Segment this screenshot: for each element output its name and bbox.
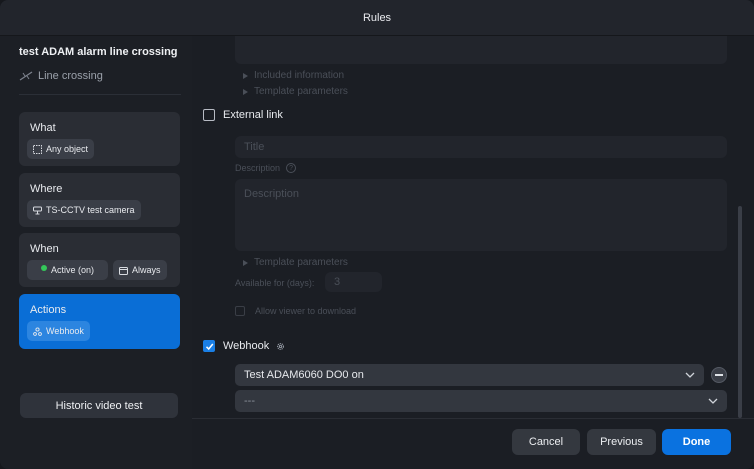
help-icon: ? [286,163,297,173]
sidebar-divider [19,94,181,95]
cancel-button[interactable]: Cancel [512,429,580,455]
webhook-icon [33,326,42,336]
chip-webhook: Webhook [27,321,90,341]
template-textarea [235,36,727,64]
window-title: Rules [362,11,392,24]
included-information-label: Included information [254,70,345,81]
chip-label: Any object [46,144,89,154]
step-where[interactable]: Where TS-CCTV test camera [19,173,180,227]
rules-window: Rules test ADAM alarm line crossing Line… [0,0,754,469]
chip-any-object: Any object [27,139,95,159]
expand-arrow-icon [243,88,248,95]
gear-icon[interactable] [276,342,285,351]
status-dot-icon [40,265,47,271]
external-link-checkbox[interactable] [203,109,215,121]
chip-label: Webhook [46,326,84,336]
expand-arrow-icon [243,259,248,266]
webhook-label: Webhook [223,340,270,352]
step-where-label: Where [30,183,63,195]
footer: Cancel Previous Done [192,418,754,469]
description-placeholder: Description [244,188,300,200]
allow-download-label: Allow viewer to download [255,306,357,316]
remove-webhook-button[interactable] [711,367,727,383]
scrollbar[interactable] [738,206,742,418]
title-placeholder: Title [244,141,265,153]
title-bar: Rules [0,0,754,36]
available-for-label: Available for (days): [235,278,315,288]
external-link-title-input: Title [235,136,727,158]
webhook-empty-option: --- [244,395,255,407]
chip-camera: TS-CCTV test camera [27,200,141,220]
chip-label: Active (on) [50,265,94,275]
template-parameters-toggle: Template parameters [243,86,348,97]
line-crossing-icon [19,71,33,81]
previous-button[interactable]: Previous [587,429,656,455]
webhook-add-select[interactable]: --- [235,390,727,412]
chevron-down-icon [708,398,718,404]
webhook-selected-value: Test ADAM6060 DO0 on [244,369,364,381]
camera-icon [33,206,42,214]
historic-video-test-button[interactable]: Historic video test [20,393,178,418]
included-information-toggle: Included information [243,70,344,81]
step-when[interactable]: When Active (on) Always [19,233,180,287]
done-button[interactable]: Done [662,429,731,455]
available-for-value: 3 [334,276,341,288]
description-label-row: Description ? [235,163,297,173]
expand-arrow-icon [243,72,248,79]
check-icon [205,343,213,350]
step-what-label: What [30,122,56,134]
external-link-label: External link [223,109,283,121]
step-actions[interactable]: Actions Webhook [19,294,180,349]
allow-download-checkbox [235,306,245,316]
description-textarea: Description [235,179,727,251]
sidebar: test ADAM alarm line crossing Line cross… [0,36,192,469]
available-for-input: 3 [325,272,382,292]
webhook-select[interactable]: Test ADAM6060 DO0 on [235,364,704,386]
link-template-parameters-toggle: Template parameters [243,257,348,268]
step-what[interactable]: What Any object [19,112,180,166]
rule-type-label: Line crossing [38,70,103,82]
step-actions-label: Actions [30,304,67,316]
calendar-icon [119,266,128,275]
chip-label: Always [132,265,161,275]
template-parameters-label: Template parameters [254,86,348,97]
step-when-label: When [30,243,59,255]
chip-always: Always [113,260,167,280]
rule-name: test ADAM alarm line crossing [19,46,178,58]
link-template-parameters-label: Template parameters [254,257,348,268]
chip-label: TS-CCTV test camera [46,205,135,215]
webhook-checkbox[interactable] [203,340,215,352]
chevron-down-icon [685,372,695,378]
rule-type: Line crossing [19,70,103,82]
bounding-box-icon [33,144,42,154]
main-panel: Included information Template parameters… [192,36,754,418]
chip-active: Active (on) [27,260,108,280]
minus-icon [715,374,723,376]
description-label: Description [235,163,281,173]
